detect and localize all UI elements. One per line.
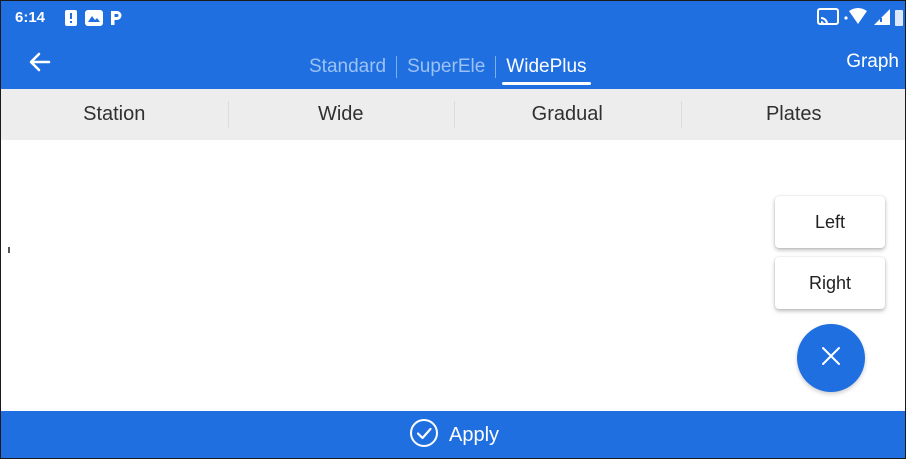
tab-standard[interactable]: Standard [299,55,396,79]
cast-icon [817,8,839,31]
app-screen: 6:14 Standard SuperEle WidePlus Graph St… [0,0,906,459]
check-circle-icon [409,418,439,454]
mode-tabs: Standard SuperEle WidePlus [299,51,597,85]
status-bar: 6:14 [1,1,905,35]
wifi-icon [843,8,869,31]
edge-marker [8,247,10,253]
graph-button[interactable]: Graph [846,51,899,73]
battery-icon [895,8,903,31]
photos-icon [85,9,103,27]
tab-superele[interactable]: SuperEle [397,55,495,79]
status-time: 6:14 [15,9,46,26]
column-gradual: Gradual [454,89,681,140]
left-button[interactable]: Left [775,196,885,248]
close-icon [818,343,844,374]
status-icons-right [817,8,903,31]
apply-button[interactable]: Apply [1,411,905,458]
alert-icon [65,9,77,27]
apply-content: Apply [409,418,499,454]
column-plates: Plates [680,89,906,140]
parking-icon [109,9,123,27]
table-body[interactable] [1,140,905,411]
right-button[interactable]: Right [775,257,885,309]
back-arrow-icon[interactable] [25,47,55,77]
apply-label: Apply [448,424,500,446]
signal-icon [873,8,891,31]
tab-wideplus[interactable]: WidePlus [496,55,596,85]
close-fab-button[interactable] [797,324,865,392]
top-app-bar: 6:14 Standard SuperEle WidePlus Graph [1,1,905,89]
column-wide: Wide [227,89,455,140]
column-station: Station [83,103,146,125]
table-header: Station Wide Gradual Plates [1,89,906,140]
